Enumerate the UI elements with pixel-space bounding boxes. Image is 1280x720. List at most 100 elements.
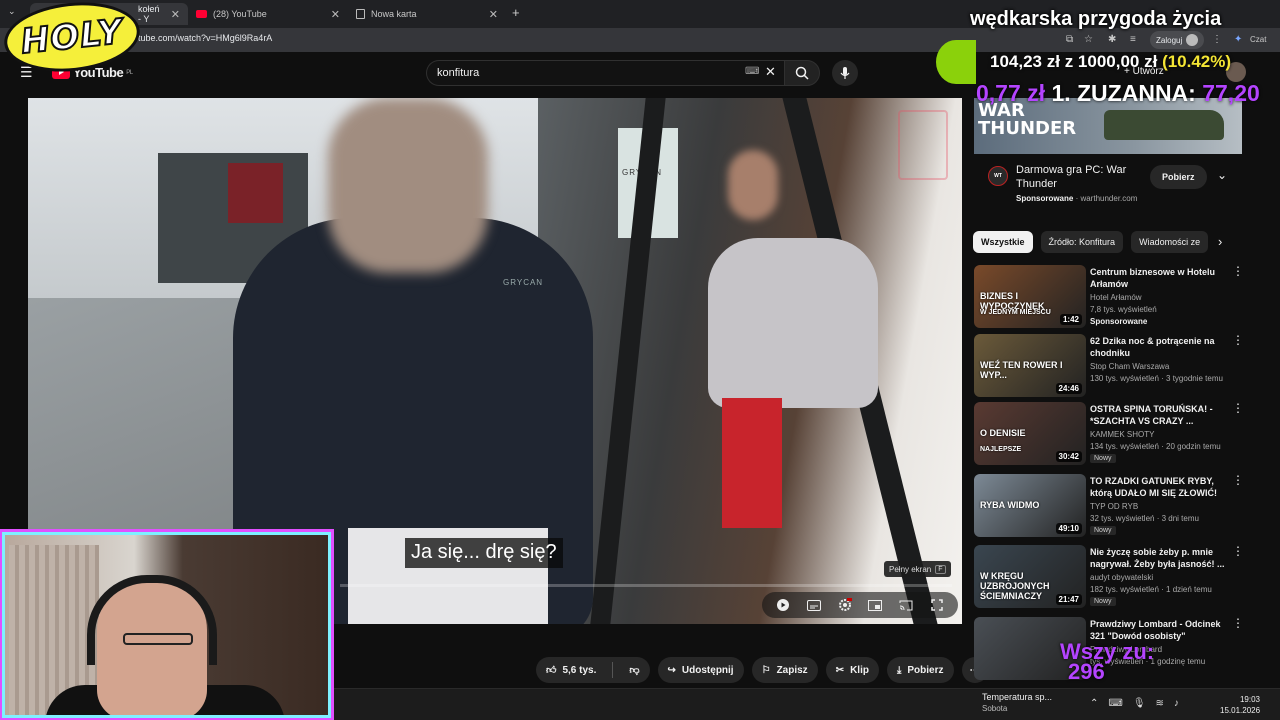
- recommendation-item[interactable]: RYBA WIDMO 49:10 TO RZADKI GATUNEK RYBY, k…: [974, 474, 1244, 538]
- clip-button[interactable]: ✂ Klip: [825, 657, 879, 683]
- gemini-icon[interactable]: ✦: [1234, 34, 1242, 45]
- url-field[interactable]: tube.com/watch?v=HMg6l9Ra4rA: [138, 33, 272, 43]
- chat-label[interactable]: Czat: [1250, 35, 1266, 44]
- duration-badge: 30:42: [1055, 451, 1082, 462]
- share-button[interactable]: ↪ Udostępnij: [657, 657, 744, 683]
- channel-name[interactable]: audyt obywatelski: [1090, 573, 1153, 582]
- tab-youtube[interactable]: (28) YouTube ✕: [188, 3, 348, 25]
- avatar: [1186, 34, 1199, 46]
- status-badge: Nowy: [1090, 597, 1116, 606]
- bookmark-star-icon[interactable]: ☆: [1084, 34, 1093, 45]
- like-count: 5,6 tys.: [562, 664, 597, 676]
- weather-widget[interactable]: Temperatura sp... Sobota: [982, 692, 1052, 714]
- more-options-icon[interactable]: ⋮: [1232, 402, 1244, 414]
- menu-dots-icon[interactable]: ⋮: [1212, 34, 1222, 45]
- recommendation-item[interactable]: BIZNES I WYPOCZYNEK W JEDNYM MIEJSCU 1:42 C…: [974, 265, 1244, 329]
- channel-name[interactable]: Stop Cham Warszawa: [1090, 362, 1169, 371]
- chevron-right-icon[interactable]: ›: [1218, 234, 1222, 249]
- dislike-button[interactable]: 👎︎: [619, 657, 649, 683]
- volume-icon[interactable]: ♪: [1174, 698, 1179, 709]
- save-button[interactable]: ⚐ Zapisz: [751, 657, 818, 683]
- miniplayer-icon[interactable]: [866, 596, 884, 614]
- duration-badge: 21:47: [1055, 594, 1082, 605]
- donation-goal-indicator: [936, 40, 976, 84]
- status-badge: Nowy: [1090, 526, 1116, 535]
- chip-source[interactable]: Źródło: Konfitura: [1040, 231, 1124, 253]
- sponsored-ad-card[interactable]: WAR THUNDER WT Darmowa gra PC: War Thund…: [974, 98, 1242, 216]
- autoplay-toggle-icon[interactable]: [774, 596, 792, 614]
- more-options-icon[interactable]: ⋮: [1232, 334, 1244, 346]
- channel-watermark-icon[interactable]: [898, 110, 948, 180]
- more-options-icon[interactable]: ⋮: [1232, 545, 1244, 557]
- cast-icon[interactable]: [897, 596, 915, 614]
- video-title[interactable]: 62 Dzika noc & potrącenie na chodniku: [1090, 335, 1230, 359]
- chevron-down-icon[interactable]: ⌄: [1217, 168, 1227, 182]
- recommendation-item[interactable]: WEŹ TEN ROWER I WYP... 24:46 62 Dzika noc …: [974, 334, 1244, 398]
- chevron-up-icon[interactable]: ⌃: [1090, 698, 1098, 709]
- more-options-icon[interactable]: ⋮: [1232, 474, 1244, 486]
- tab-new[interactable]: Nowa karta ✕: [348, 3, 506, 25]
- video-scene-blurred-face: [728, 150, 778, 220]
- ad-download-button[interactable]: Pobierz: [1150, 165, 1207, 189]
- wifi-icon[interactable]: ≋: [1156, 698, 1164, 709]
- video-thumbnail[interactable]: WEŹ TEN ROWER I WYP... 24:46: [974, 334, 1086, 397]
- video-title[interactable]: Centrum biznesowe w Hotelu Arłamów: [1090, 266, 1230, 290]
- thumbnail-text: O DENISIE: [980, 428, 1026, 438]
- like-button[interactable]: 👍︎ 5,6 tys.: [536, 657, 606, 683]
- thumbnail-subtext: W JEDNYM MIEJSCU: [980, 309, 1051, 316]
- donation-percent: (10.42%): [1162, 52, 1232, 71]
- more-options-icon[interactable]: ⋮: [1232, 265, 1244, 277]
- duration-badge: 49:10: [1055, 523, 1082, 534]
- ad-title[interactable]: Darmowa gra PC: War Thunder: [1016, 163, 1136, 191]
- channel-name[interactable]: Hotel Arłamów: [1090, 293, 1142, 302]
- fullscreen-icon[interactable]: [928, 596, 946, 614]
- chip-all[interactable]: Wszystkie: [973, 231, 1033, 253]
- channel-name[interactable]: KAMMEK SHOTY: [1090, 430, 1154, 439]
- chip-news[interactable]: Wiadomości ze: [1131, 231, 1209, 253]
- keyboard-icon[interactable]: ⌨: [1108, 698, 1122, 709]
- duration-badge: 24:46: [1055, 383, 1082, 394]
- more-options-icon[interactable]: ⋮: [1232, 617, 1244, 629]
- video-thumbnail[interactable]: W KRĘGU UZBROJONYCH ŚCIEMNIACZY 21:47: [974, 545, 1086, 608]
- video-scene-blurred-face: [328, 98, 488, 273]
- voice-search-button[interactable]: [832, 60, 858, 86]
- search-input[interactable]: konfitura ⌨ ✕: [426, 60, 784, 86]
- video-title[interactable]: TO RZADKI GATUNEK RYBY, którą UDAŁO MI S…: [1090, 475, 1230, 499]
- close-icon[interactable]: ✕: [171, 8, 180, 21]
- close-icon[interactable]: ✕: [331, 8, 340, 21]
- save-label: Zapisz: [776, 664, 808, 676]
- weather-label: Temperatura sp...: [982, 692, 1053, 702]
- extensions-icon[interactable]: ✱: [1108, 34, 1116, 45]
- youtube-header: ☰ YouTube PL konfitura ⌨ ✕: [0, 52, 970, 92]
- video-thumbnail[interactable]: BIZNES I WYPOCZYNEK W JEDNYM MIEJSCU 1:42: [974, 265, 1086, 328]
- settings-gear-icon[interactable]: [836, 596, 854, 614]
- subtitles-icon[interactable]: [805, 596, 823, 614]
- recommendation-item[interactable]: W KRĘGU UZBROJONYCH ŚCIEMNIACZY 21:47 Nie …: [974, 545, 1244, 609]
- keyboard-icon[interactable]: ⌨: [745, 66, 759, 77]
- video-meta: 182 tys. wyświetleń · 1 dzień temu: [1090, 585, 1212, 594]
- video-thumbnail[interactable]: RYBA WIDMO 49:10: [974, 474, 1086, 537]
- clock[interactable]: 19:03 15.01.2026: [1220, 694, 1260, 716]
- address-bar: tube.com/watch?v=HMg6l9Ra4rA ⧉ ☆ ✱ ≡ Zal…: [0, 28, 1280, 52]
- microphone-icon[interactable]: 🎙︎: [1133, 698, 1146, 709]
- reading-list-icon[interactable]: ≡: [1130, 34, 1136, 45]
- video-meta: 32 tys. wyświetleń · 3 dni temu: [1090, 514, 1199, 523]
- search-value: konfitura: [437, 67, 480, 79]
- new-tab-button[interactable]: +: [512, 5, 520, 20]
- tab-list-chevron-icon[interactable]: ⌄: [8, 6, 16, 17]
- clear-search-icon[interactable]: ✕: [765, 64, 776, 80]
- video-scene-person-legs: [722, 398, 782, 528]
- video-title[interactable]: OSTRA SPINA TORUŃSKA! - *SZACHTA VS CRAZ…: [1090, 403, 1230, 427]
- close-icon[interactable]: ✕: [489, 8, 498, 21]
- video-thumbnail[interactable]: O DENISIE NAJLEPSZE 30:42: [974, 402, 1086, 465]
- video-progress-bar[interactable]: [340, 584, 952, 587]
- channel-name[interactable]: TYP OD RYB: [1090, 502, 1138, 511]
- search-button[interactable]: [784, 60, 820, 86]
- sponsored-label: Sponsorowane: [1016, 194, 1074, 203]
- login-button[interactable]: Zaloguj: [1150, 31, 1205, 49]
- video-title[interactable]: Nie życzę sobie żeby p. mnie nagrywał. Ż…: [1090, 546, 1230, 570]
- download-button[interactable]: ⤓ Pobierz: [886, 657, 954, 683]
- install-icon[interactable]: ⧉: [1066, 34, 1073, 45]
- recommendation-item[interactable]: O DENISIE NAJLEPSZE 30:42 OSTRA SPINA TORUŃ…: [974, 402, 1244, 466]
- download-label: Pobierz: [907, 664, 944, 676]
